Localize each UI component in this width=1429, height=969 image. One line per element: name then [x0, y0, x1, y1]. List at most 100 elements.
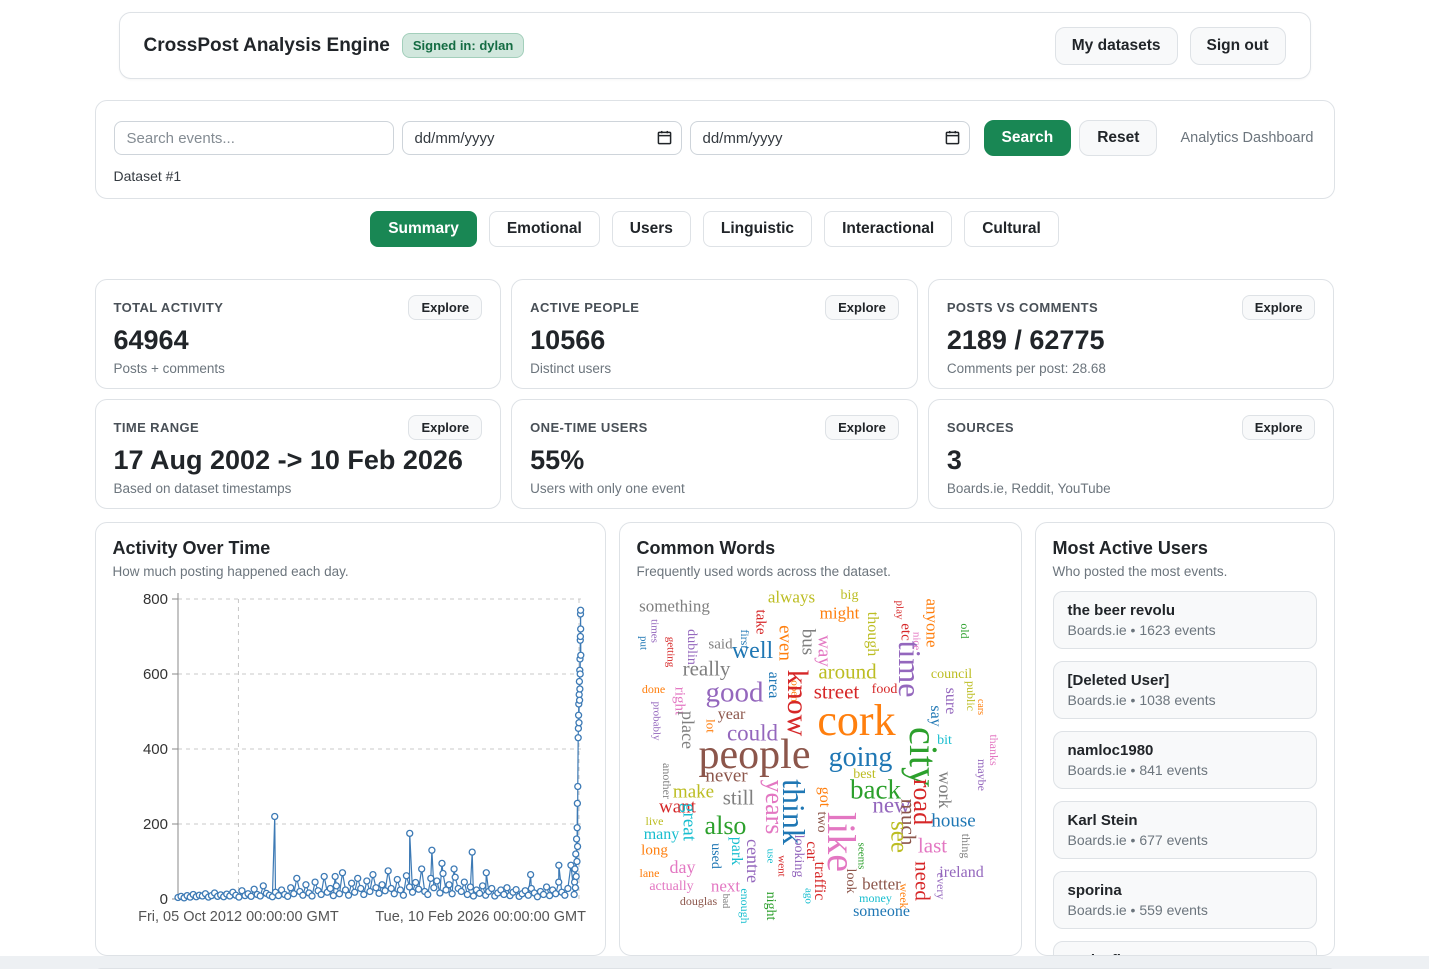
- chart-point: [369, 872, 375, 878]
- stat-label: SOURCES: [947, 415, 1014, 435]
- search-button[interactable]: Search: [984, 120, 1072, 156]
- stat-value: 55%: [530, 445, 899, 476]
- tab-cultural[interactable]: Cultural: [964, 211, 1059, 247]
- chart-point: [575, 712, 581, 718]
- cloud-word: week: [898, 883, 910, 908]
- stat-value: 17 Aug 2002 -> 10 Feb 2026: [114, 445, 483, 476]
- date-from-input[interactable]: [402, 121, 682, 155]
- chart-point: [415, 886, 421, 892]
- stat-label: TOTAL ACTIVITY: [114, 295, 224, 315]
- chart-point: [577, 607, 583, 613]
- chart-point: [293, 875, 299, 881]
- chart-point: [330, 893, 336, 899]
- chart-point: [576, 679, 582, 685]
- chart-point: [406, 830, 412, 836]
- chart-point: [360, 892, 366, 898]
- explore-button[interactable]: Explore: [408, 295, 482, 320]
- stat-card-active-people: ACTIVE PEOPLE Explore 10566 Distinct use…: [511, 279, 918, 389]
- chart-point: [333, 883, 339, 889]
- stat-label: ONE-TIME USERS: [530, 415, 648, 435]
- cloud-word: long: [641, 844, 668, 859]
- chart-point: [469, 849, 475, 855]
- sign-out-button[interactable]: Sign out: [1190, 27, 1286, 65]
- tab-users[interactable]: Users: [612, 211, 691, 247]
- chart-point: [345, 892, 351, 898]
- my-datasets-button[interactable]: My datasets: [1055, 27, 1178, 65]
- explore-button[interactable]: Explore: [825, 295, 899, 320]
- activity-panel: Activity Over Time How much posting happ…: [95, 522, 606, 956]
- cloud-word: getting: [664, 637, 675, 668]
- dataset-label: Dataset #1: [114, 168, 1316, 184]
- user-name: the beer revolu: [1068, 602, 1302, 619]
- cloud-word: every: [935, 873, 947, 900]
- chart-point: [382, 888, 388, 894]
- cloud-word: great: [679, 803, 698, 841]
- chart-point: [449, 891, 455, 897]
- chart-point: [451, 866, 457, 872]
- chart-point: [577, 652, 583, 658]
- tab-interactional[interactable]: Interactional: [824, 211, 952, 247]
- chart-point: [571, 866, 577, 872]
- user-name: sporina: [1068, 882, 1302, 899]
- explore-button[interactable]: Explore: [1242, 415, 1316, 440]
- cloud-word: cars: [975, 699, 985, 715]
- active-users-list[interactable]: the beer revolu Boards.ie • 1623 events …: [1053, 591, 1317, 956]
- chart-point: [339, 870, 345, 876]
- chart-point: [571, 892, 577, 898]
- explore-button[interactable]: Explore: [825, 415, 899, 440]
- date-to-input[interactable]: [690, 121, 970, 155]
- chart-point: [467, 884, 473, 890]
- cloud-word: traffic: [811, 862, 827, 901]
- tab-linguistic[interactable]: Linguistic: [703, 211, 812, 247]
- chart-point: [284, 893, 290, 899]
- chart-point: [257, 893, 263, 899]
- y-tick-label: 800: [142, 591, 167, 608]
- chart-point: [418, 866, 424, 872]
- chart-point: [555, 862, 561, 868]
- cloud-word: place: [679, 711, 697, 749]
- chart-point: [576, 686, 582, 692]
- chart-point: [290, 891, 296, 897]
- cloud-word: enough: [739, 888, 751, 923]
- chart-point: [573, 836, 579, 842]
- activity-subtitle: How much posting happened each day.: [113, 564, 588, 579]
- explore-button[interactable]: Explore: [1242, 295, 1316, 320]
- chart-point: [461, 879, 467, 885]
- cloud-word: see: [886, 821, 911, 853]
- cloud-word: seems: [855, 843, 866, 870]
- chart-point: [577, 626, 583, 632]
- chart-point: [483, 870, 489, 876]
- cloud-word: thing: [960, 834, 972, 859]
- chart-point: [575, 735, 581, 741]
- chart-point: [575, 720, 581, 726]
- cloud-word: time: [894, 641, 926, 698]
- chart-point: [403, 873, 409, 879]
- active-users-title: Most Active Users: [1053, 538, 1317, 559]
- app-title: CrossPost Analysis Engine: [144, 35, 390, 57]
- chart-point: [336, 891, 342, 897]
- cloud-word: last: [918, 836, 947, 857]
- tab-summary[interactable]: Summary: [370, 211, 477, 247]
- search-input[interactable]: [114, 121, 394, 155]
- chart-point: [476, 890, 482, 896]
- cloud-word: though: [864, 612, 880, 656]
- stat-value: 3: [947, 445, 1316, 476]
- explore-button[interactable]: Explore: [408, 415, 482, 440]
- chart-point: [309, 893, 315, 899]
- user-list-item: namloc1980 Boards.ie • 841 events: [1053, 731, 1317, 789]
- common-words-title: Common Words: [637, 538, 1004, 559]
- cloud-word: use: [764, 849, 775, 864]
- cloud-word: council: [931, 668, 972, 682]
- reset-button[interactable]: Reset: [1079, 120, 1157, 156]
- tab-emotional[interactable]: Emotional: [489, 211, 600, 247]
- stats-grid: TOTAL ACTIVITY Explore 64964 Posts + com…: [95, 279, 1335, 509]
- chart-point: [348, 880, 354, 886]
- cloud-word: better: [862, 876, 901, 893]
- stat-sub: Based on dataset timestamps: [114, 481, 483, 496]
- chart-point: [366, 889, 372, 895]
- chart-point: [574, 825, 580, 831]
- cloud-word: play: [893, 601, 904, 620]
- cloud-word: say: [927, 705, 943, 726]
- cloud-word: good: [706, 679, 764, 708]
- chart-point: [527, 872, 533, 878]
